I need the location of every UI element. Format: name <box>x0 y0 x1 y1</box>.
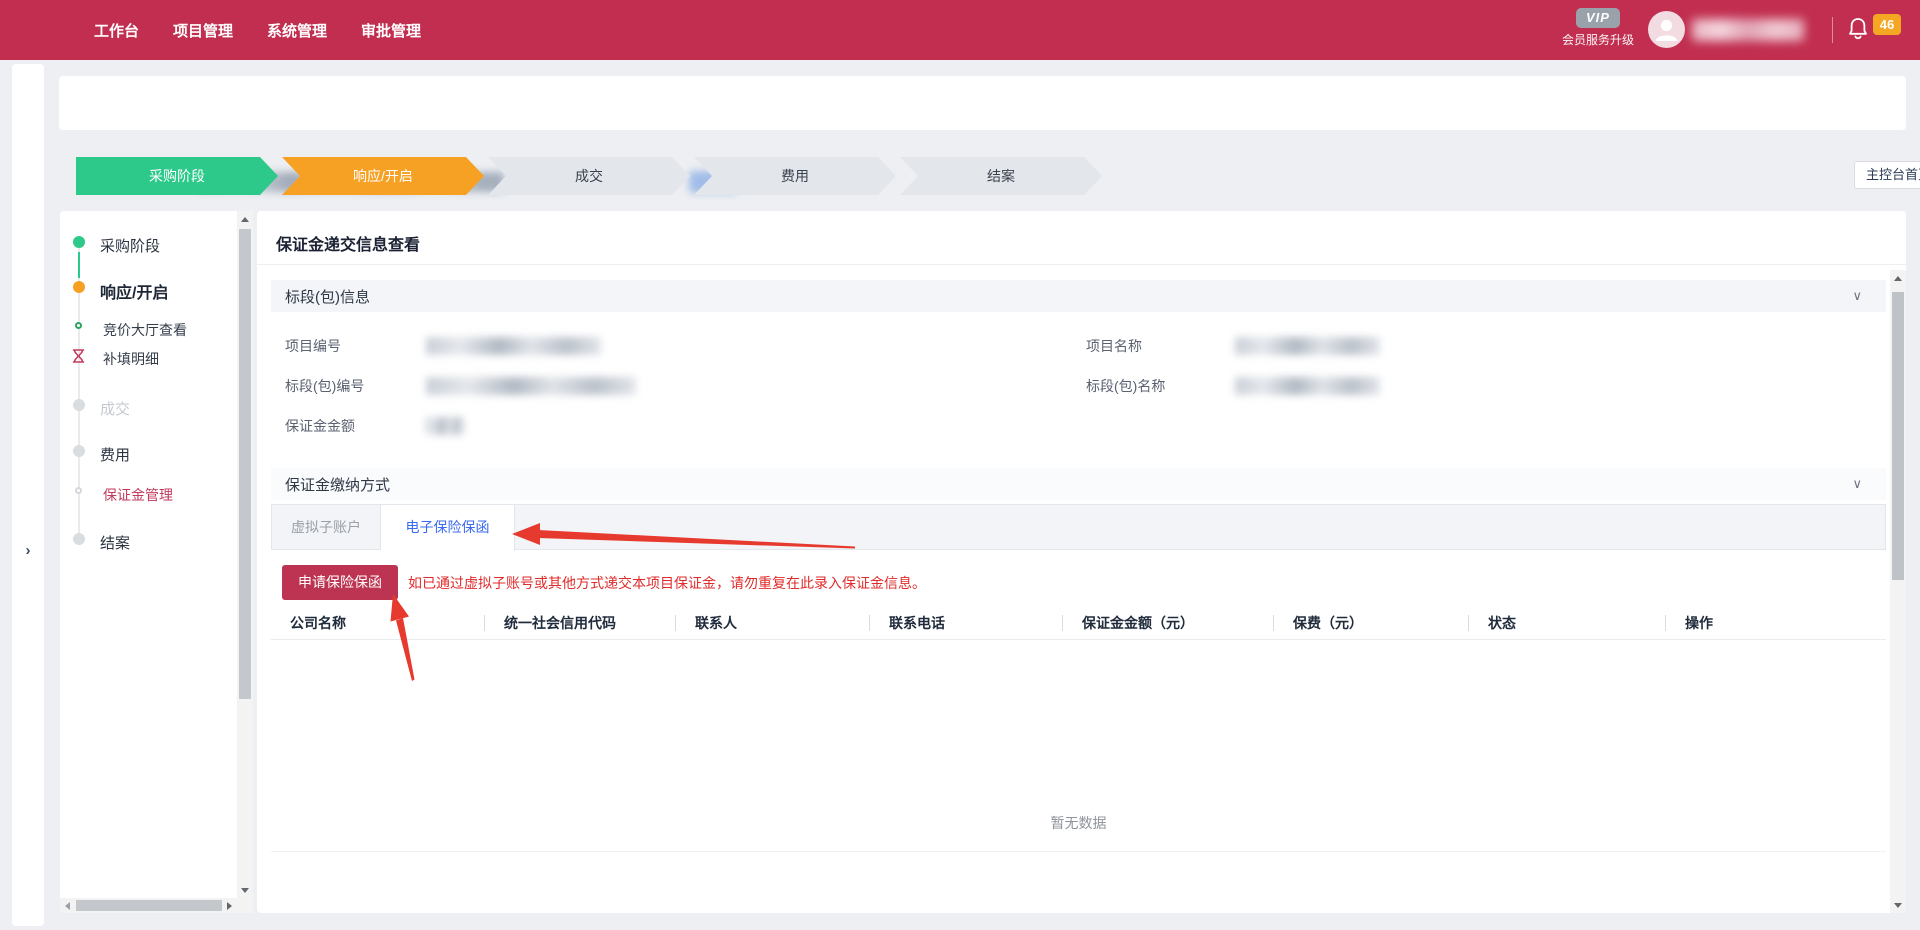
payment-tabs: 虚拟子账户 电子保险保函 <box>271 504 1886 550</box>
page: 工作台 项目管理 系统管理 审批管理 VIP 会员服务升级 46 › <box>0 0 1920 930</box>
scroll-up-arrow-icon[interactable] <box>237 211 253 227</box>
column-action: 操作 <box>1665 606 1886 639</box>
column-company-name: 公司名称 <box>271 606 484 639</box>
column-contact: 联系人 <box>675 606 869 639</box>
page-title: 保证金递交信息查看 <box>276 231 420 255</box>
column-credit-code: 统一社会信用代码 <box>484 606 675 639</box>
nav-item-approval-management[interactable]: 审批管理 <box>361 20 421 41</box>
step-dot-pending-icon <box>73 533 85 545</box>
top-nav: 工作台 项目管理 系统管理 审批管理 VIP 会员服务升级 46 <box>0 0 1920 60</box>
chevron-down-icon[interactable]: ∨ <box>1852 476 1862 492</box>
divider <box>271 851 1886 852</box>
field-label-project-number: 项目编号 <box>285 336 341 356</box>
notification-bell-icon[interactable] <box>1847 16 1869 42</box>
sub-step-ring-icon <box>75 322 82 329</box>
scrollbar-thumb[interactable] <box>239 229 251 699</box>
nav-item-workbench[interactable]: 工作台 <box>94 20 139 41</box>
sidebar-item-close[interactable]: 结案 <box>100 532 130 553</box>
process-steps: 采购阶段 响应/开启 成交 费用 结案 <box>76 157 1102 195</box>
field-label-package-number: 标段(包)编号 <box>285 376 364 396</box>
scrollbar-thumb[interactable] <box>1892 292 1904 580</box>
scroll-right-arrow-icon[interactable] <box>222 898 237 913</box>
field-value-redacted <box>426 417 464 435</box>
apply-insurance-letter-button[interactable]: 申请保险保函 <box>282 565 398 600</box>
sidebar-timeline: 采购阶段 响应/开启 竞价大厅查看 补填明细 成交 费用 保证金管理 结案 <box>60 211 253 913</box>
sidebar-item-bidding-hall[interactable]: 竞价大厅查看 <box>103 320 187 340</box>
empty-state-text: 暂无数据 <box>271 813 1886 833</box>
sidebar-item-supplement-detail[interactable]: 补填明细 <box>103 349 159 369</box>
avatar[interactable] <box>1648 11 1685 48</box>
step-fee[interactable]: 费用 <box>694 157 896 195</box>
collapsed-panel-strip: › <box>12 64 44 926</box>
step-dot-current-icon <box>73 281 85 293</box>
sidebar-item-response-open[interactable]: 响应/开启 <box>100 279 168 303</box>
person-icon <box>1648 11 1685 48</box>
step-response-open[interactable]: 响应/开启 <box>282 157 484 195</box>
scrollbar-corner <box>237 898 253 913</box>
step-dot-pending-icon <box>73 399 85 411</box>
section-payment-method[interactable]: 保证金缴纳方式 ∨ <box>271 468 1886 500</box>
field-value-redacted <box>426 337 601 355</box>
sidebar-item-fee[interactable]: 费用 <box>100 444 130 465</box>
divider <box>257 264 1906 265</box>
scroll-down-arrow-icon[interactable] <box>237 882 253 898</box>
column-phone: 联系电话 <box>869 606 1062 639</box>
scroll-down-arrow-icon[interactable] <box>1890 897 1906 913</box>
chevron-down-icon[interactable]: ∨ <box>1852 288 1862 304</box>
sidebar-item-deposit-management[interactable]: 保证金管理 <box>103 485 173 505</box>
step-deal[interactable]: 成交 <box>488 157 690 195</box>
column-premium: 保费（元） <box>1273 606 1468 639</box>
field-label-deposit-amount: 保证金金额 <box>285 416 355 436</box>
column-status: 状态 <box>1468 606 1665 639</box>
duplicate-deposit-warning: 如已通过虚拟子账号或其他方式递交本项目保证金，请勿重复在此录入保证金信息。 <box>408 573 926 593</box>
sidebar-item-procurement[interactable]: 采购阶段 <box>100 235 160 256</box>
scroll-left-arrow-icon[interactable] <box>60 898 75 913</box>
nav-item-project-management[interactable]: 项目管理 <box>173 20 233 41</box>
sub-step-ring-icon <box>75 487 82 494</box>
nav-divider <box>1832 17 1833 43</box>
sidebar-horizontal-scrollbar[interactable] <box>60 898 237 913</box>
sidebar-vertical-scrollbar[interactable] <box>237 211 253 898</box>
nav-item-system-management[interactable]: 系统管理 <box>267 20 327 41</box>
tab-virtual-subaccount[interactable]: 虚拟子账户 <box>272 505 381 550</box>
hourglass-icon <box>72 349 85 363</box>
section-title: 标段(包)信息 <box>285 286 370 307</box>
field-label-package-name: 标段(包)名称 <box>1086 376 1165 396</box>
table-header-row: 公司名称 统一社会信用代码 联系人 联系电话 保证金金额（元） 保费（元） 状态… <box>271 606 1886 640</box>
tab-electronic-insurance-letter[interactable]: 电子保险保函 <box>381 505 515 551</box>
scrollbar-thumb[interactable] <box>76 900 222 911</box>
column-deposit-amount: 保证金金额（元） <box>1062 606 1273 639</box>
nav-menu: 工作台 项目管理 系统管理 审批管理 <box>94 0 421 60</box>
main-vertical-scrollbar[interactable] <box>1890 270 1906 913</box>
vip-upgrade[interactable]: VIP 会员服务升级 <box>1557 8 1639 48</box>
username-redacted[interactable] <box>1692 19 1804 41</box>
notification-count-badge: 46 <box>1873 14 1901 35</box>
console-home-button[interactable]: 主控台首页 <box>1854 161 1920 189</box>
scroll-up-arrow-icon[interactable] <box>1890 270 1906 286</box>
expand-panel-chevron-icon[interactable]: › <box>12 542 44 559</box>
section-package-info[interactable]: 标段(包)信息 ∨ <box>271 280 1886 312</box>
field-value-redacted <box>1235 337 1380 355</box>
main-panel: 保证金递交信息查看 标段(包)信息 ∨ 项目编号 项目名称 标段(包)编号 标段… <box>257 211 1906 913</box>
sidebar-item-deal[interactable]: 成交 <box>100 398 130 419</box>
vip-icon: VIP <box>1576 8 1620 28</box>
field-label-project-name: 项目名称 <box>1086 336 1142 356</box>
field-value-redacted <box>426 377 636 395</box>
vip-caption: 会员服务升级 <box>1557 31 1639 48</box>
step-close[interactable]: 结案 <box>900 157 1102 195</box>
section-title: 保证金缴纳方式 <box>285 474 390 495</box>
timeline-connector-done <box>78 252 80 278</box>
header-card: ← 主控台首页 <box>59 76 1906 130</box>
step-dot-done-icon <box>73 236 85 248</box>
step-dot-pending-icon <box>73 445 85 457</box>
step-procurement[interactable]: 采购阶段 <box>76 157 278 195</box>
field-value-redacted <box>1235 377 1380 395</box>
